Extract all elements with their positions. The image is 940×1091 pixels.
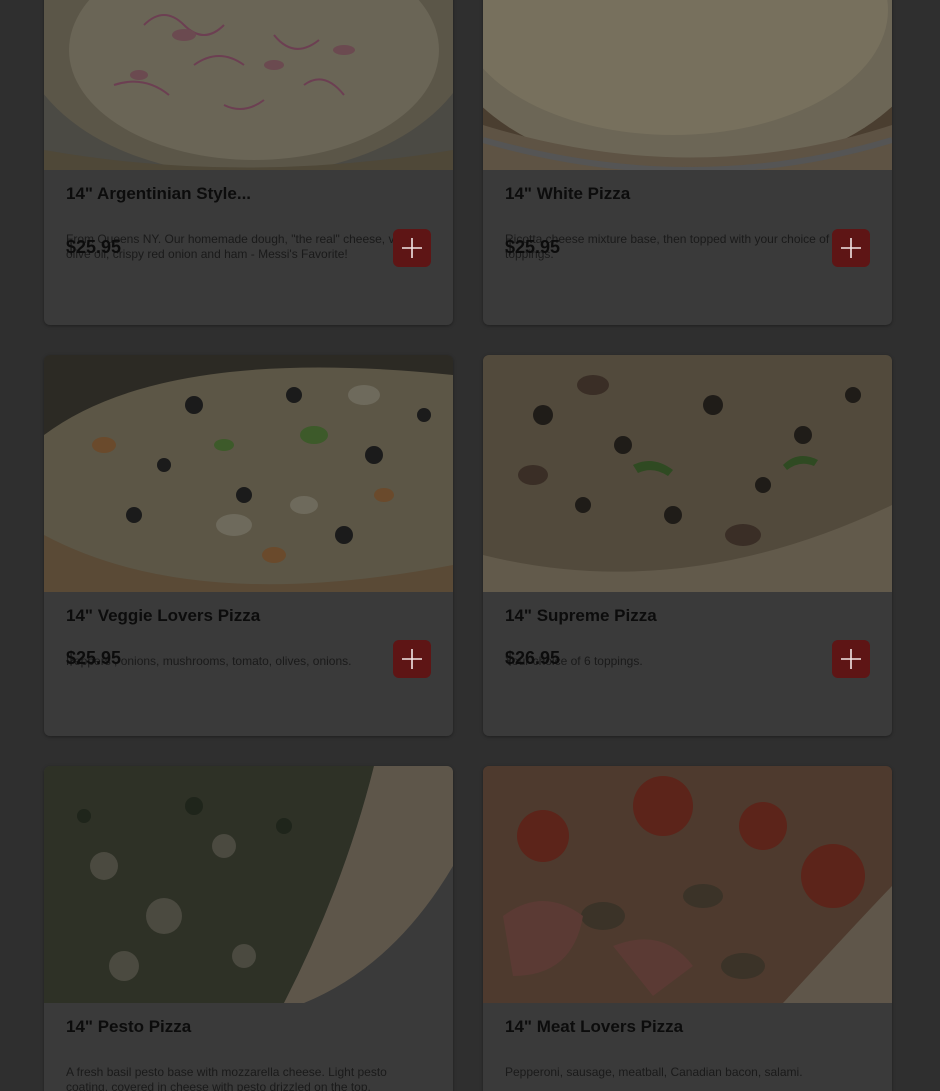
menu-item-price: $25.95 (66, 237, 122, 257)
menu-item-card[interactable]: 14" Meat Lovers Pizza Pepperoni, sausage… (483, 766, 892, 1091)
menu-item-info: 14" Pesto Pizza A fresh basil pesto base… (44, 1003, 453, 1091)
pizza-photo (483, 355, 892, 592)
menu-item-card[interactable]: 14" Pesto Pizza A fresh basil pesto base… (44, 766, 453, 1091)
menu-item-card[interactable]: 14" Veggie Lovers Pizza Peppers , onions… (44, 355, 453, 736)
menu-item-info: 14" Argentinian Style... From Queens NY.… (44, 170, 453, 325)
menu-item-card[interactable]: 14" Supreme Pizza Your choice of 6 toppi… (483, 355, 892, 736)
menu-item-card[interactable]: 14" White Pizza Ricotta cheese mixture b… (483, 0, 892, 325)
menu-item-description: Pepperoni, sausage, meatball, Canadian b… (505, 1065, 803, 1079)
add-to-cart-button[interactable] (393, 229, 431, 267)
menu-item-price: $25.95 (505, 237, 561, 257)
menu-item-name: 14" Veggie Lovers Pizza (66, 606, 261, 625)
menu-item-description: A fresh basil pesto base with mozzarella… (66, 1065, 387, 1091)
menu-item-card[interactable]: 14" Argentinian Style... From Queens NY.… (44, 0, 453, 325)
menu-item-price: $25.95 (66, 648, 122, 668)
menu-item-name: 14" Argentinian Style... (66, 184, 252, 203)
menu-item-name: 14" Pesto Pizza (66, 1017, 192, 1036)
plus-icon (841, 649, 861, 669)
add-to-cart-button[interactable] (832, 229, 870, 267)
pizza-photo (483, 766, 892, 1003)
pizza-photo (44, 766, 453, 1003)
add-to-cart-button[interactable] (832, 640, 870, 678)
plus-icon (841, 238, 861, 258)
pizza-photo (44, 355, 453, 592)
plus-icon (402, 649, 422, 669)
plus-icon (402, 238, 422, 258)
menu-item-price: $26.95 (505, 648, 561, 668)
menu-item-name: 14" White Pizza (505, 184, 631, 203)
menu-item-name: 14" Meat Lovers Pizza (505, 1017, 684, 1036)
menu-item-info: 14" Meat Lovers Pizza Pepperoni, sausage… (483, 1003, 892, 1091)
add-to-cart-button[interactable] (393, 640, 431, 678)
menu-item-info: 14" Supreme Pizza Your choice of 6 toppi… (483, 592, 892, 736)
menu-item-info: 14" Veggie Lovers Pizza Peppers , onions… (44, 592, 453, 736)
menu-item-name: 14" Supreme Pizza (505, 606, 657, 625)
menu-item-info: 14" White Pizza Ricotta cheese mixture b… (483, 170, 892, 325)
pizza-photo (44, 0, 453, 170)
pizza-photo (483, 0, 892, 170)
menu-grid: 14" Argentinian Style... From Queens NY.… (0, 0, 940, 1091)
